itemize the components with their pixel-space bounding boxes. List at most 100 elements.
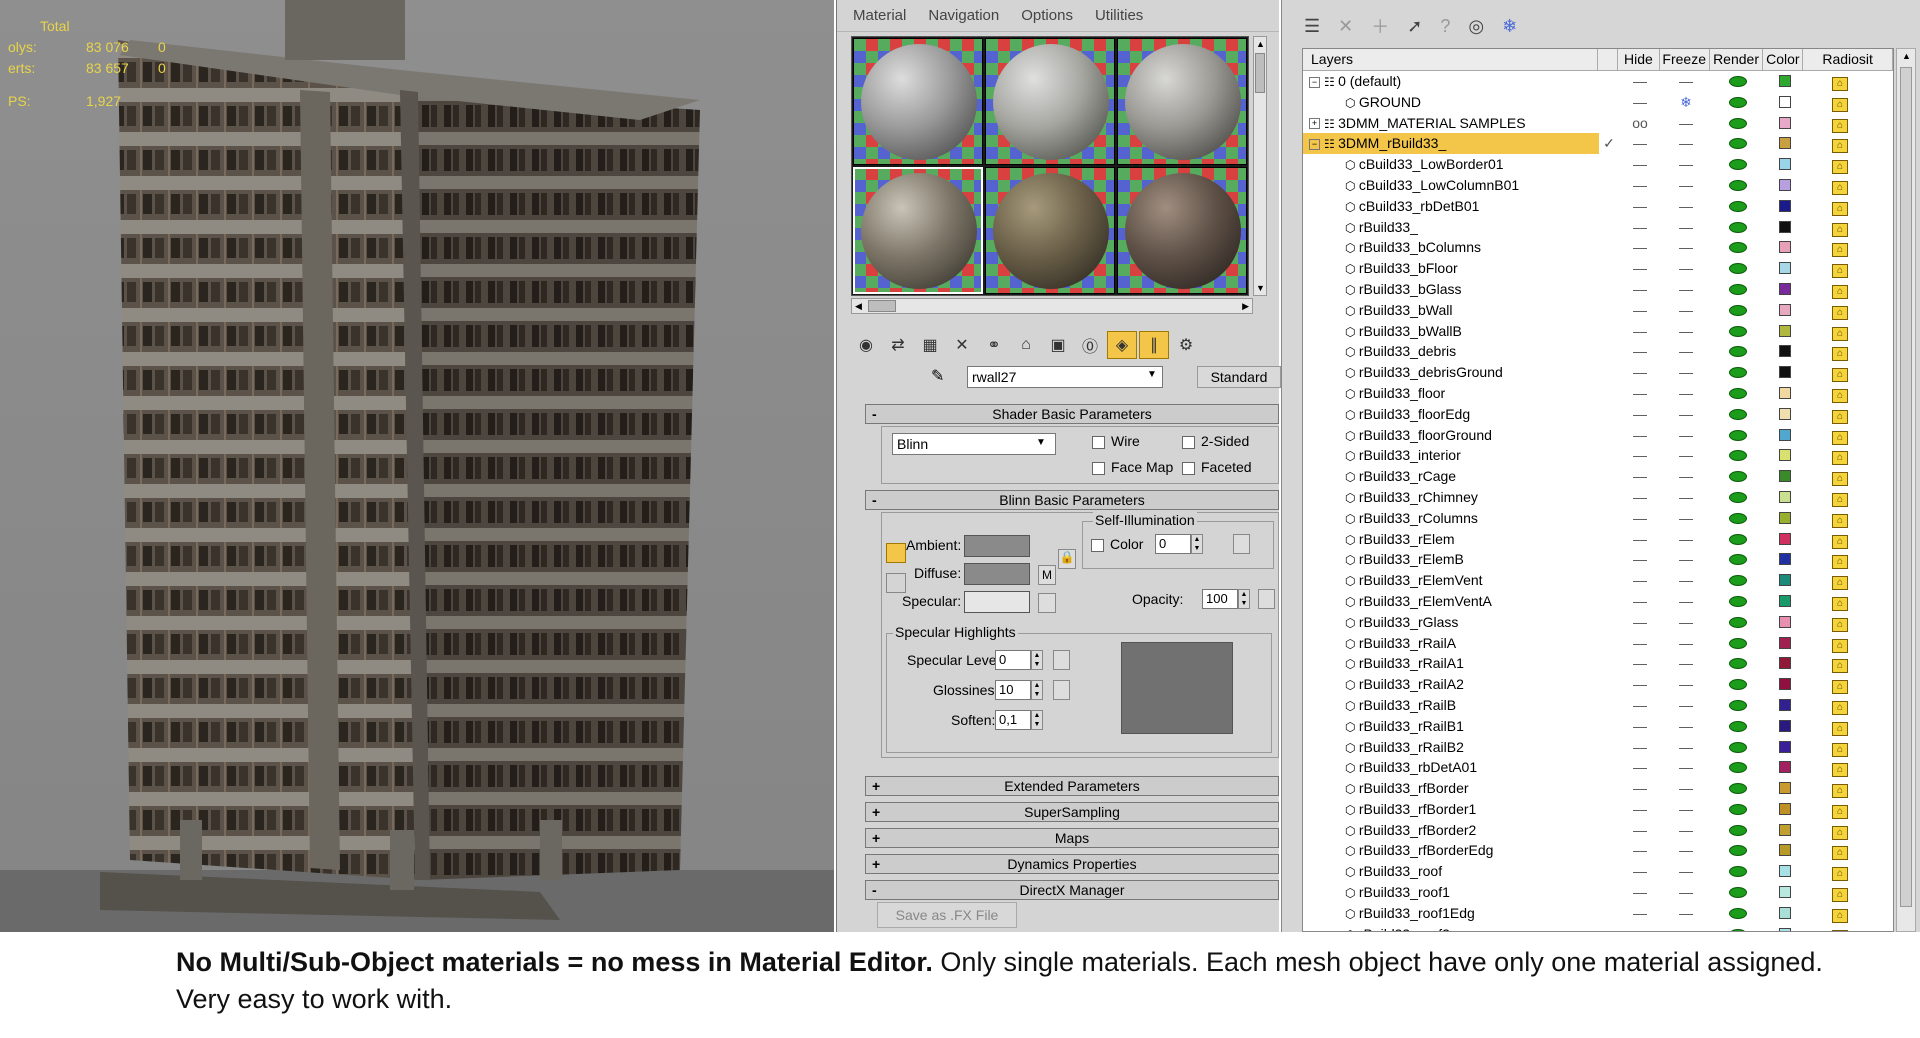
layer-color-swatch[interactable] — [1779, 490, 1791, 503]
radiosity-toggle[interactable]: ⌂ — [1805, 653, 1875, 674]
hide-toggle[interactable]: — — [1619, 237, 1661, 258]
layer-color-cell[interactable] — [1765, 258, 1805, 279]
freeze-toggle[interactable]: — — [1661, 71, 1711, 92]
hide-toggle[interactable]: — — [1619, 175, 1661, 196]
layer-color-swatch[interactable] — [1779, 345, 1791, 358]
opacity-input[interactable]: 100 — [1202, 589, 1238, 609]
current-layer-check[interactable] — [1599, 674, 1619, 695]
layer-color-swatch[interactable] — [1779, 553, 1791, 566]
layer-color-swatch[interactable] — [1779, 95, 1791, 108]
make-unique-icon[interactable]: ⚭ — [979, 331, 1009, 359]
rollout-blinn-basic[interactable]: - Blinn Basic Parameters — [865, 490, 1279, 510]
faceted-checkbox[interactable]: Faceted — [1182, 459, 1252, 475]
scroll-thumb[interactable] — [1900, 67, 1912, 907]
layer-color-cell[interactable] — [1765, 133, 1805, 154]
layer-row[interactable]: ⬡ rBuild33_ — — ⌂ — [1303, 217, 1893, 238]
two-sided-checkbox[interactable]: 2-Sided — [1182, 433, 1249, 449]
radiosity-toggle[interactable]: ⌂ — [1805, 71, 1875, 92]
hide-toggle[interactable]: — — [1619, 362, 1661, 383]
current-layer-check[interactable] — [1599, 217, 1619, 238]
layer-name-cell[interactable]: ⬡ cBuild33_LowColumnB01 — [1303, 175, 1599, 196]
layer-color-cell[interactable] — [1765, 466, 1805, 487]
current-layer-check[interactable] — [1599, 383, 1619, 404]
layer-name-cell[interactable]: ⬡ rBuild33_rfBorder2 — [1303, 820, 1599, 841]
layer-color-swatch[interactable] — [1779, 698, 1791, 711]
hide-toggle[interactable]: — — [1619, 570, 1661, 591]
layer-color-cell[interactable] — [1765, 882, 1805, 903]
layer-color-cell[interactable] — [1765, 612, 1805, 633]
radiosity-toggle[interactable]: ⌂ — [1805, 529, 1875, 550]
add-to-layer-icon[interactable]: ＋ — [1371, 13, 1389, 39]
pick-material-icon[interactable]: ✎ — [931, 366, 944, 386]
radiosity-toggle[interactable]: ⌂ — [1805, 321, 1875, 342]
current-layer-check[interactable] — [1599, 321, 1619, 342]
layer-name-cell[interactable]: ⬡ rBuild33_interior — [1303, 445, 1599, 466]
hide-all-icon[interactable]: ◎ — [1468, 16, 1484, 37]
rollout-maps[interactable]: + Maps — [865, 828, 1279, 848]
layer-name-cell[interactable]: ⬡ rBuild33_rRailB1 — [1303, 716, 1599, 737]
material-type-button[interactable]: Standard — [1197, 366, 1281, 388]
column-header-hide[interactable]: Hide — [1618, 49, 1660, 70]
hide-toggle[interactable]: — — [1619, 300, 1661, 321]
hide-toggle[interactable]: — — [1619, 425, 1661, 446]
layer-color-cell[interactable] — [1765, 92, 1805, 113]
self-illum-map-button[interactable] — [1233, 534, 1250, 554]
layer-row[interactable]: ⬡ rBuild33_rElemVent — — ⌂ — [1303, 570, 1893, 591]
current-layer-check[interactable] — [1599, 820, 1619, 841]
layer-color-cell[interactable] — [1765, 445, 1805, 466]
render-toggle[interactable] — [1711, 383, 1765, 404]
viewport-3d[interactable]: Total olys: 83 076 0 erts: 83 657 0 PS: … — [0, 0, 834, 932]
hide-toggle[interactable]: — — [1619, 674, 1661, 695]
hide-toggle[interactable]: — — [1619, 92, 1661, 113]
layer-color-cell[interactable] — [1765, 549, 1805, 570]
layer-color-cell[interactable] — [1765, 737, 1805, 758]
radiosity-toggle[interactable]: ⌂ — [1805, 300, 1875, 321]
render-toggle[interactable] — [1711, 924, 1765, 931]
layer-color-swatch[interactable] — [1779, 241, 1791, 254]
radiosity-toggle[interactable]: ⌂ — [1805, 882, 1875, 903]
layer-color-swatch[interactable] — [1779, 449, 1791, 462]
radiosity-toggle[interactable]: ⌂ — [1805, 175, 1875, 196]
radiosity-toggle[interactable]: ⌂ — [1805, 612, 1875, 633]
column-header-freeze[interactable]: Freeze — [1660, 49, 1710, 70]
layer-color-swatch[interactable] — [1779, 303, 1791, 316]
radiosity-toggle[interactable]: ⌂ — [1805, 716, 1875, 737]
layer-color-swatch[interactable] — [1779, 844, 1791, 857]
save-as-fx-button[interactable]: Save as .FX File — [877, 902, 1017, 928]
layer-color-swatch[interactable] — [1779, 823, 1791, 836]
layer-name-cell[interactable]: ⬡ rBuild33_bGlass — [1303, 279, 1599, 300]
radiosity-toggle[interactable]: ⌂ — [1805, 196, 1875, 217]
checkbox-box[interactable] — [1182, 435, 1195, 449]
show-map-icon[interactable]: ⓪ — [1075, 331, 1105, 359]
layer-row[interactable]: − ☷ 3DMM_rBuild33_ ✓ — — ⌂ — [1303, 133, 1893, 155]
current-layer-check[interactable] — [1599, 591, 1619, 612]
layer-color-cell[interactable] — [1765, 591, 1805, 612]
current-layer-check[interactable] — [1599, 757, 1619, 778]
render-toggle[interactable] — [1711, 341, 1765, 362]
freeze-toggle[interactable]: — — [1661, 487, 1711, 508]
radiosity-toggle[interactable]: ⌂ — [1805, 425, 1875, 446]
layer-color-cell[interactable] — [1765, 778, 1805, 799]
layer-name-cell[interactable]: ⬡ rBuild33_rColumns — [1303, 508, 1599, 529]
layer-name-cell[interactable]: ⬡ rBuild33_rbDetA01 — [1303, 757, 1599, 778]
layer-row[interactable]: ⬡ GROUND — ❄ ⌂ — [1303, 92, 1893, 113]
radiosity-toggle[interactable]: ⌂ — [1805, 341, 1875, 362]
radiosity-toggle[interactable]: ⌂ — [1805, 674, 1875, 695]
hide-toggle[interactable]: — — [1619, 133, 1661, 154]
radiosity-toggle[interactable]: ⌂ — [1805, 133, 1875, 154]
freeze-toggle[interactable]: — — [1661, 133, 1711, 154]
render-toggle[interactable] — [1711, 404, 1765, 425]
ambient-color-swatch[interactable] — [964, 535, 1030, 557]
hide-toggle[interactable]: — — [1619, 861, 1661, 882]
hide-toggle[interactable]: — — [1619, 653, 1661, 674]
current-layer-check[interactable] — [1599, 258, 1619, 279]
current-layer-check[interactable] — [1599, 237, 1619, 258]
freeze-toggle[interactable]: — — [1661, 591, 1711, 612]
material-effects-channel-icon[interactable]: ▣ — [1043, 331, 1073, 359]
layer-color-swatch[interactable] — [1779, 199, 1791, 212]
assign-material-icon[interactable]: ▦ — [915, 331, 945, 359]
layer-name-cell[interactable]: ⬡ GROUND — [1303, 92, 1599, 113]
layer-color-cell[interactable] — [1765, 757, 1805, 778]
specular-level-spinner[interactable]: ▲ ▼ — [1031, 650, 1043, 670]
layer-color-swatch[interactable] — [1779, 761, 1791, 774]
